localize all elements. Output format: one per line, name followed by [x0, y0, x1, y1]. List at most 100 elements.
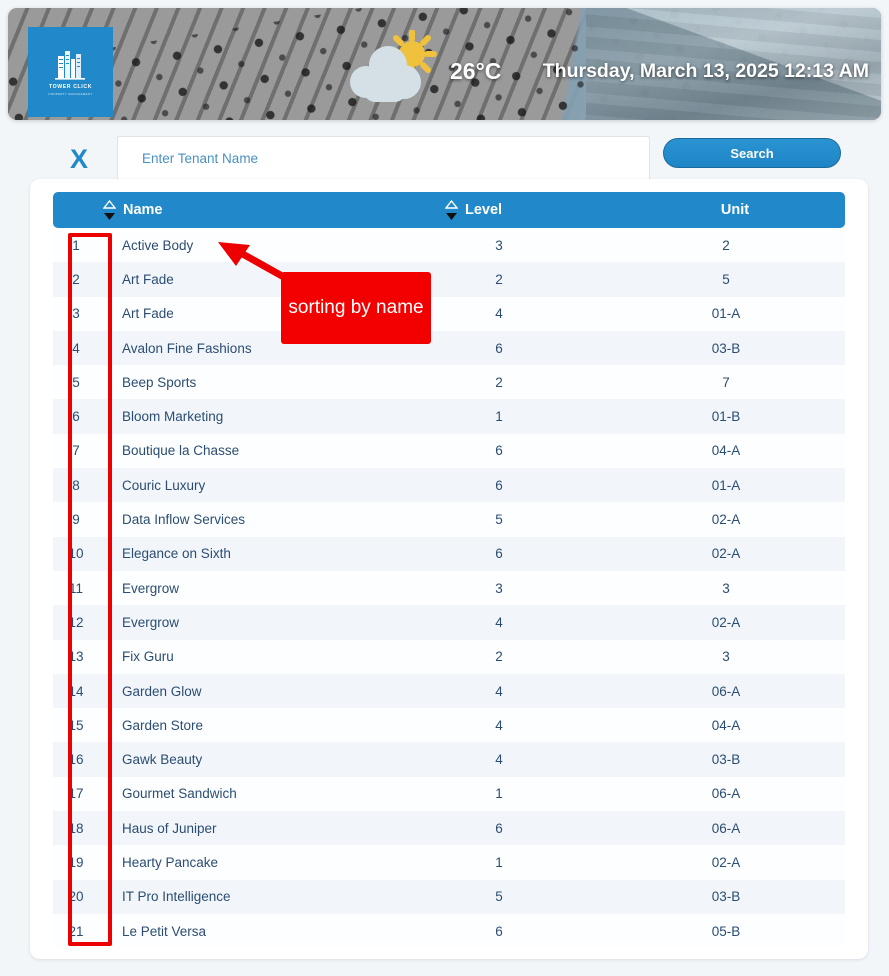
search-input[interactable] [117, 136, 650, 180]
row-index: 21 [53, 913, 105, 949]
row-unit: 3 [625, 570, 845, 606]
row-unit: 06-A [625, 776, 845, 812]
row-unit: 5 [625, 262, 845, 297]
row-tenant-name: Hearty Pancake [105, 845, 435, 880]
row-index: 15 [53, 708, 105, 743]
table-row[interactable]: 20 IT Pro Intelligence 5 03-B [53, 879, 845, 914]
search-bar: X Search [0, 136, 889, 184]
table-row[interactable]: 14 Garden Glow 4 06-A [53, 673, 845, 709]
row-tenant-name: IT Pro Intelligence [105, 879, 435, 914]
table-row[interactable]: 19 Hearty Pancake 1 02-A [53, 845, 845, 880]
row-index: 11 [53, 570, 105, 606]
row-level: 4 [435, 708, 625, 743]
logo-subtitle: PROPERTY MANAGEMENT [48, 92, 93, 96]
row-index: 12 [53, 605, 105, 640]
row-level: 3 [435, 570, 625, 606]
row-level: 6 [435, 468, 625, 503]
row-unit: 06-A [625, 673, 845, 709]
table-row[interactable]: 3 Art Fade 4 01-A [53, 296, 845, 331]
row-level: 4 [435, 605, 625, 640]
row-unit: 06-A [625, 811, 845, 846]
row-tenant-name: Art Fade [105, 296, 435, 331]
table-row[interactable]: 7 Boutique la Chasse 6 04-A [53, 433, 845, 469]
row-tenant-name: Elegance on Sixth [105, 536, 435, 571]
row-level: 4 [435, 673, 625, 709]
row-tenant-name: Garden Glow [105, 673, 435, 709]
sort-asc-desc-icon [445, 199, 458, 220]
row-unit: 02-A [625, 845, 845, 880]
row-tenant-name: Le Petit Versa [105, 913, 435, 949]
row-unit: 03-B [625, 879, 845, 914]
row-unit: 01-A [625, 468, 845, 503]
row-level: 6 [435, 330, 625, 366]
row-level: 5 [435, 502, 625, 537]
column-header-name-label: Name [123, 202, 163, 218]
row-unit: 04-A [625, 708, 845, 743]
table-row[interactable]: 11 Evergrow 3 3 [53, 570, 845, 606]
row-index: 1 [53, 228, 105, 263]
column-header-name[interactable]: Name [53, 192, 435, 228]
row-tenant-name: Avalon Fine Fashions [105, 330, 435, 366]
row-level: 6 [435, 913, 625, 949]
row-index: 13 [53, 639, 105, 674]
row-tenant-name: Evergrow [105, 605, 435, 640]
row-index: 4 [53, 330, 105, 366]
row-tenant-name: Boutique la Chasse [105, 433, 435, 469]
close-icon[interactable]: X [66, 138, 92, 180]
row-tenant-name: Fix Guru [105, 639, 435, 674]
table-row[interactable]: 8 Couric Luxury 6 01-A [53, 468, 845, 503]
logo-name: TOWER CLICK [48, 84, 93, 90]
table-row[interactable]: 21 Le Petit Versa 6 05-B [53, 913, 845, 949]
table-row[interactable]: 1 Active Body 3 2 [53, 228, 845, 263]
table-row[interactable]: 5 Beep Sports 2 7 [53, 365, 845, 400]
table-header-row: Name Level Unit [53, 192, 845, 228]
table-header: Name Level Unit [53, 192, 845, 228]
table-row[interactable]: 6 Bloom Marketing 1 01-B [53, 399, 845, 434]
row-index: 3 [53, 296, 105, 331]
row-unit: 02-A [625, 605, 845, 640]
table-row[interactable]: 9 Data Inflow Services 5 02-A [53, 502, 845, 537]
app-logo[interactable]: TOWER CLICK PROPERTY MANAGEMENT [28, 27, 113, 117]
row-level: 1 [435, 399, 625, 434]
row-level: 1 [435, 776, 625, 812]
table-row[interactable]: 16 Gawk Beauty 4 03-B [53, 742, 845, 777]
weather-widget: 26°C [348, 30, 501, 112]
row-level: 4 [435, 296, 625, 331]
partly-cloudy-sun-icon [350, 30, 437, 102]
app-page: TOWER CLICK PROPERTY MANAGEMENT 26°C Thu… [0, 0, 889, 976]
table-row[interactable]: 10 Elegance on Sixth 6 02-A [53, 536, 845, 571]
table-body: 1 Active Body 3 2 2 Art Fade 2 5 3 Art Fade 4 01-A 4… [53, 228, 845, 949]
row-index: 20 [53, 879, 105, 914]
row-index: 9 [53, 502, 105, 537]
row-unit: 2 [625, 228, 845, 263]
row-level: 1 [435, 845, 625, 880]
row-tenant-name: Art Fade [105, 262, 435, 297]
table-row[interactable]: 2 Art Fade 2 5 [53, 262, 845, 297]
table-row[interactable]: 13 Fix Guru 2 3 [53, 639, 845, 674]
row-index: 17 [53, 776, 105, 812]
row-unit: 03-B [625, 330, 845, 366]
row-level: 6 [435, 536, 625, 571]
row-tenant-name: Bloom Marketing [105, 399, 435, 434]
row-index: 19 [53, 845, 105, 880]
column-header-unit: Unit [625, 192, 845, 228]
row-tenant-name: Gourmet Sandwich [105, 776, 435, 812]
row-unit: 03-B [625, 742, 845, 777]
column-header-level[interactable]: Level [435, 192, 625, 228]
table-row[interactable]: 12 Evergrow 4 02-A [53, 605, 845, 640]
row-unit: 01-B [625, 399, 845, 434]
table-row[interactable]: 17 Gourmet Sandwich 1 06-A [53, 776, 845, 812]
row-index: 7 [53, 433, 105, 469]
temperature-value: 26°C [450, 57, 502, 84]
search-button[interactable]: Search [663, 138, 841, 168]
table-row[interactable]: 4 Avalon Fine Fashions 6 03-B [53, 330, 845, 366]
row-index: 16 [53, 742, 105, 777]
row-tenant-name: Haus of Juniper [105, 811, 435, 846]
datetime-display: Thursday, March 13, 2025 12:13 AM [542, 60, 869, 82]
table-row[interactable]: 15 Garden Store 4 04-A [53, 708, 845, 743]
row-level: 6 [435, 433, 625, 469]
row-tenant-name: Couric Luxury [105, 468, 435, 503]
row-level: 2 [435, 639, 625, 674]
row-tenant-name: Garden Store [105, 708, 435, 743]
table-row[interactable]: 18 Haus of Juniper 6 06-A [53, 811, 845, 846]
